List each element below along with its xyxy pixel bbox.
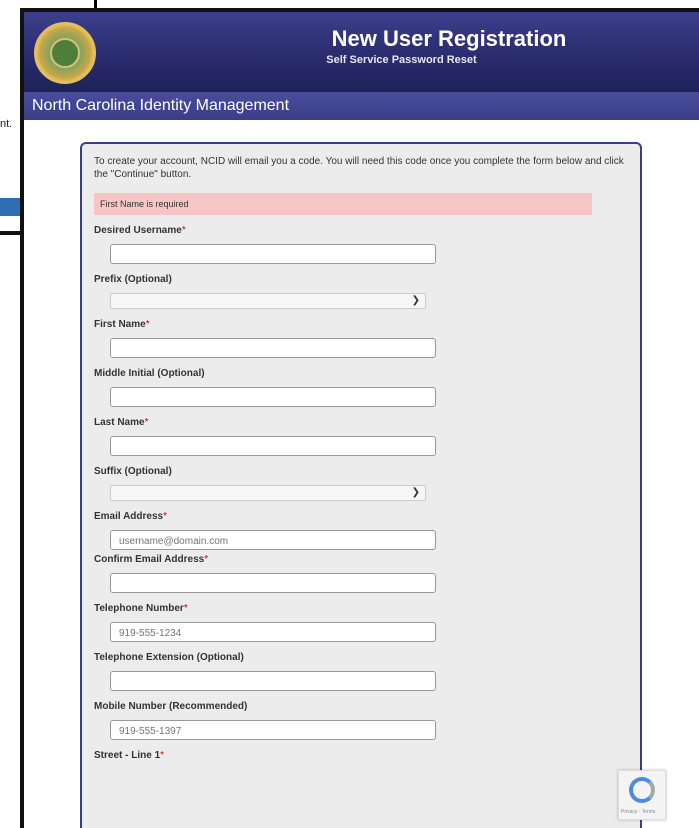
first-name-label: First Name* [94,319,150,330]
telephone-field-group: Telephone Number* [94,603,628,642]
username-field-group: Desired Username* [94,225,628,264]
main-content: To create your account, NCID will email … [24,120,699,828]
mobile-label: Mobile Number (Recommended) [94,701,248,712]
suffix-label: Suffix (Optional) [94,466,172,477]
error-message: First Name is required [94,193,592,215]
extension-field-group: Telephone Extension (Optional) [94,652,628,691]
recaptcha-icon [629,777,655,803]
confirm-email-field-group: Confirm Email Address* [94,554,628,593]
screen: nt. New User Registration Self Service P… [0,0,699,828]
extension-input[interactable] [110,671,436,691]
registration-form: To create your account, NCID will email … [80,142,642,828]
page-subtitle: Self Service Password Reset [326,54,477,66]
suffix-select[interactable]: ❯ [110,485,426,501]
recaptcha-badge[interactable]: Privacy - Terms [618,770,666,820]
recaptcha-links[interactable]: Privacy - Terms [621,809,655,815]
username-input[interactable] [110,244,436,264]
prefix-field-group: Prefix (Optional) ❯ [94,274,628,309]
page-title: New User Registration [331,26,567,51]
confirm-email-label: Confirm Email Address* [94,554,209,565]
email-input[interactable] [110,530,436,550]
registration-window: New User Registration Self Service Passw… [20,8,699,828]
site-name-bar: North Carolina Identity Management [24,92,699,120]
telephone-input[interactable] [110,622,436,642]
mobile-input[interactable] [110,720,436,740]
chevron-down-icon: ❯ [411,295,420,306]
email-field-group: Email Address* [94,511,628,550]
background-text-fragment: nt. [0,118,13,130]
extension-label: Telephone Extension (Optional) [94,652,244,663]
first-name-field-group: First Name* [94,319,628,358]
middle-initial-field-group: Middle Initial (Optional) [94,368,628,407]
last-name-field-group: Last Name* [94,417,628,456]
prefix-select[interactable]: ❯ [110,293,426,309]
middle-initial-label: Middle Initial (Optional) [94,368,205,379]
last-name-input[interactable] [110,436,436,456]
username-label: Desired Username* [94,225,186,236]
form-instructions: To create your account, NCID will email … [94,156,624,180]
confirm-email-input[interactable] [110,573,436,593]
suffix-field-group: Suffix (Optional) ❯ [94,466,628,501]
page-header: New User Registration Self Service Passw… [24,12,699,92]
chevron-down-icon: ❯ [411,487,420,498]
prefix-label: Prefix (Optional) [94,274,172,285]
last-name-label: Last Name* [94,417,149,428]
telephone-label: Telephone Number* [94,603,188,614]
street-label: Street - Line 1* [94,750,165,761]
street-field-group: Street - Line 1* [94,750,628,764]
middle-initial-input[interactable] [110,387,436,407]
email-label: Email Address* [94,511,168,522]
first-name-input[interactable] [110,338,436,358]
mobile-field-group: Mobile Number (Recommended) [94,701,628,740]
